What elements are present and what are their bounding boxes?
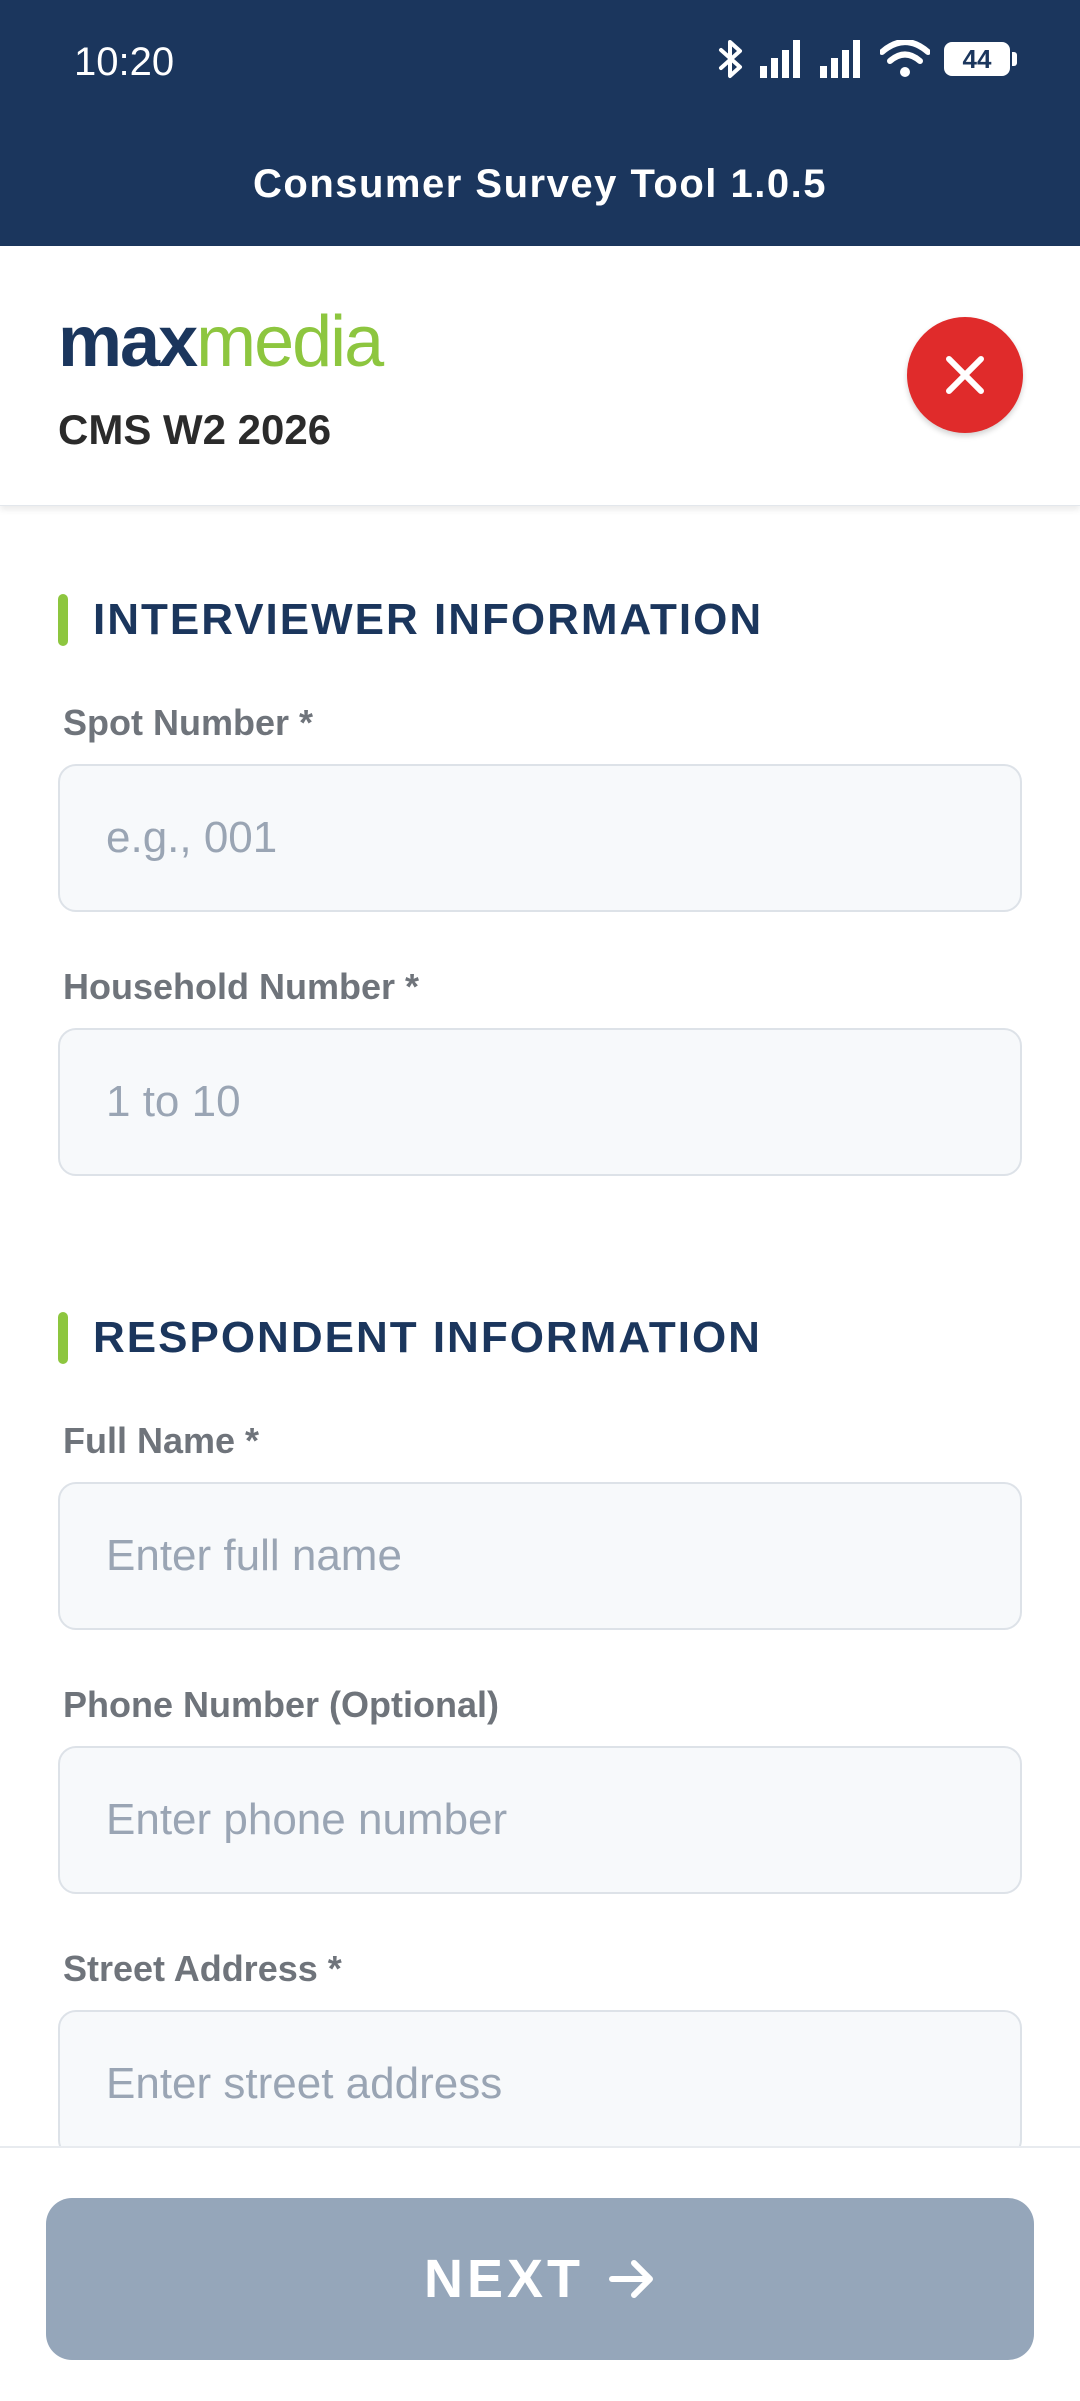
app-bar: 10:20 44 Consumer Survey Tool 1.0.5 (0, 0, 1080, 246)
arrow-right-icon (609, 2260, 654, 2298)
status-icons: 44 (716, 38, 1017, 80)
street-address-label: Street Address * (63, 1948, 342, 1989)
household-number-label: Household Number * (63, 966, 420, 1007)
section-title: RESPONDENT INFORMATION (93, 1313, 762, 1362)
project-name: CMS W2 2026 (58, 406, 332, 453)
phone-number-label: Phone Number (Optional) (63, 1684, 499, 1725)
battery-level: 44 (962, 44, 992, 74)
bottom-action-bar: NEXT (0, 2146, 1080, 2401)
next-label: NEXT (423, 2249, 585, 2309)
logo-media-text: media (196, 302, 384, 382)
household-number-input[interactable] (58, 1028, 1022, 1176)
app-title: Consumer Survey Tool 1.0.5 (253, 162, 827, 206)
survey-form[interactable]: INTERVIEWER INFORMATION Spot Number * Ho… (0, 506, 1080, 2146)
close-icon (946, 356, 984, 394)
section-accent-bar (58, 594, 68, 646)
section-respondent: RESPONDENT INFORMATION (58, 1312, 762, 1364)
spot-number-input[interactable] (58, 764, 1022, 912)
close-button[interactable] (907, 317, 1023, 433)
section-title: INTERVIEWER INFORMATION (93, 595, 764, 644)
next-button[interactable]: NEXT (46, 2198, 1034, 2360)
status-time: 10:20 (74, 40, 175, 84)
full-name-input[interactable] (58, 1482, 1022, 1630)
wifi-icon (880, 40, 930, 78)
phone-number-input[interactable] (58, 1746, 1022, 1894)
signal-icon (760, 40, 806, 78)
section-accent-bar (58, 1312, 68, 1364)
battery-icon: 44 (944, 42, 1017, 76)
section-interviewer: INTERVIEWER INFORMATION (58, 594, 763, 646)
bluetooth-icon (716, 38, 746, 80)
street-address-input[interactable] (58, 2010, 1022, 2146)
signal-icon (820, 40, 866, 78)
logo-max-text: max (58, 302, 198, 382)
full-name-label: Full Name * (63, 1420, 260, 1461)
spot-number-label: Spot Number * (63, 702, 314, 743)
brand-logo: maxmedia (58, 306, 384, 378)
